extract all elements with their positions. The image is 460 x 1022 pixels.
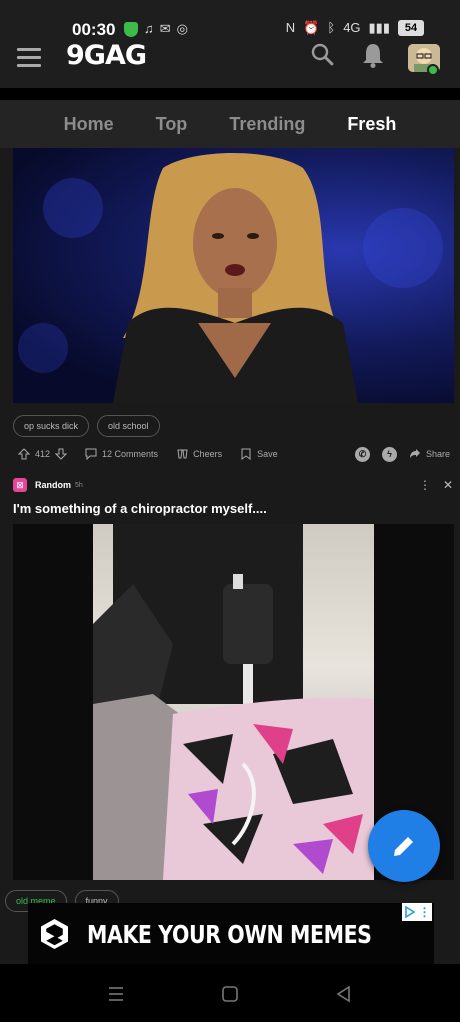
close-icon[interactable]: ✕ [443, 478, 453, 492]
tab-fresh[interactable]: Fresh [326, 114, 417, 135]
post-title[interactable]: I'm something of a chiropractor myself..… [13, 501, 267, 516]
tag-chip[interactable]: op sucks dick [13, 415, 90, 437]
camera-icon: ◎ [176, 21, 188, 36]
network-icon: 4G [343, 20, 361, 35]
status-bar: 00:30 ♫ ✉ ◎ N ⏰ ᛒ 4G ▮▮▮ 54 [0, 0, 460, 40]
bell-icon[interactable] [362, 42, 384, 68]
save-button[interactable]: Save [240, 448, 278, 460]
create-post-button[interactable] [368, 810, 440, 882]
nfc-icon: N [285, 20, 296, 35]
save-label: Save [257, 449, 278, 459]
messenger-icon[interactable]: ϟ [381, 446, 397, 462]
upvote-count: 412 [35, 449, 51, 459]
recent-apps-icon[interactable] [106, 984, 126, 1004]
comments-button[interactable]: 12 Comments [85, 448, 158, 460]
app-header: 9GAG [0, 40, 460, 88]
ad-text: MAKE YOUR OWN MEMES [87, 919, 372, 949]
more-options-icon[interactable]: ⋮ [419, 478, 431, 492]
downvote-icon[interactable] [55, 448, 68, 460]
status-time: 00:30 [72, 20, 116, 39]
music-icon: ♫ [144, 21, 154, 36]
whatsapp-icon[interactable]: ✆ [354, 446, 370, 462]
post-actions: 412 12 Comments Cheers Save ✆ ϟ Share [18, 446, 450, 462]
tab-trending[interactable]: Trending [208, 114, 326, 135]
vote-group: 412 [18, 448, 68, 460]
post-header: ⊠ Random 5h ⋮ ✕ [13, 477, 453, 493]
battery-icon: 54 [398, 20, 424, 36]
mail-icon: ✉ [159, 21, 171, 36]
comment-icon [85, 448, 97, 460]
upvote-icon[interactable] [18, 448, 30, 460]
tag-chip[interactable]: old school [97, 415, 160, 437]
section-name[interactable]: Random [35, 480, 71, 490]
post-tags: op sucks dick old school [13, 415, 160, 437]
ad-banner[interactable]: MAKE YOUR OWN MEMES ⋮ [28, 903, 434, 965]
share-label: Share [425, 449, 450, 459]
cheers-icon [177, 449, 188, 459]
post-time: 5h [75, 481, 83, 489]
bookmark-icon [241, 448, 251, 460]
section-icon[interactable]: ⊠ [13, 478, 27, 492]
cheers-label: Cheers [193, 449, 223, 459]
notification-icons: ♫ ✉ ◎ [124, 21, 188, 37]
home-icon[interactable] [220, 984, 240, 1004]
ad-logo-icon [41, 918, 69, 950]
pencil-icon [394, 834, 416, 856]
tab-home[interactable]: Home [43, 114, 135, 135]
menu-icon[interactable] [17, 48, 41, 67]
cheers-button[interactable]: Cheers [176, 448, 222, 460]
signal-icon: ▮▮▮ [368, 20, 390, 35]
system-icons: N ⏰ ᛒ 4G ▮▮▮ 54 [286, 20, 424, 36]
bluetooth-icon: ᛒ [327, 20, 336, 35]
ad-choices-icon[interactable]: ⋮ [402, 903, 432, 921]
online-indicator [427, 64, 439, 76]
video-frame[interactable] [93, 524, 374, 880]
post-menu: ⋮ ✕ [419, 478, 453, 492]
alarm-icon: ⏰ [303, 20, 320, 35]
share-button[interactable]: Share [409, 448, 450, 460]
shield-icon [124, 21, 138, 37]
back-icon[interactable] [334, 984, 354, 1004]
system-nav-bar [0, 964, 460, 1022]
post-image[interactable] [13, 148, 454, 403]
search-icon[interactable] [310, 42, 334, 66]
comments-label: 12 Comments [102, 449, 159, 459]
feed-tabs: Home Top Trending Fresh [0, 100, 460, 148]
share-icon [409, 449, 420, 458]
tab-top[interactable]: Top [135, 114, 209, 135]
app-logo[interactable]: 9GAG [66, 40, 147, 71]
